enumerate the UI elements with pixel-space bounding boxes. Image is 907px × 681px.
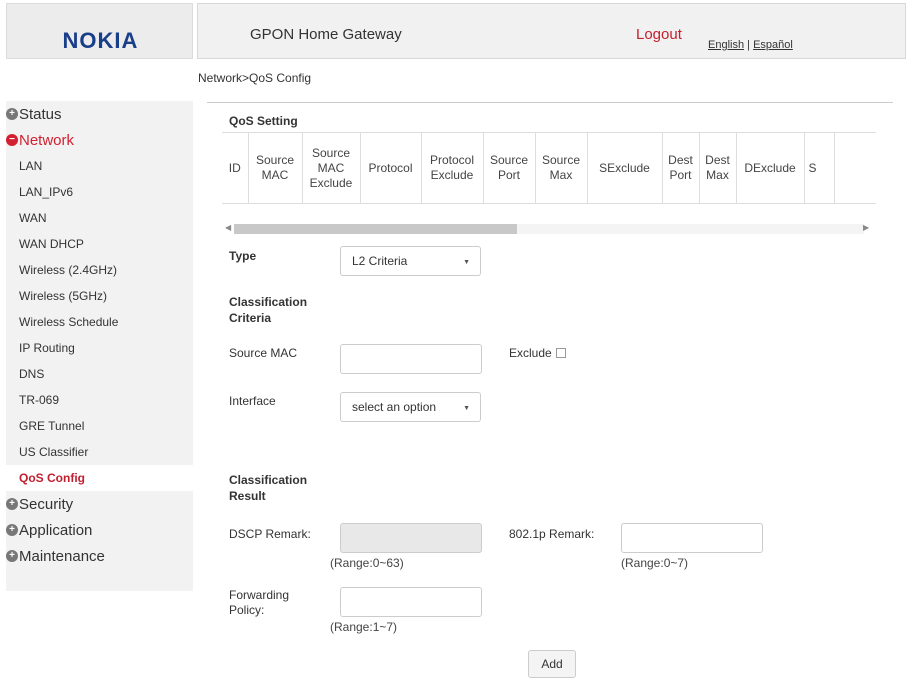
column-header: Source MAC bbox=[247, 133, 303, 203]
column-header: Source Max bbox=[534, 133, 588, 203]
interface-label: Interface bbox=[229, 394, 276, 408]
plus-circle-icon: + bbox=[6, 550, 18, 562]
column-header: Dest Max bbox=[698, 133, 737, 203]
table-horizontal-scrollbar[interactable]: ◀ ▶ bbox=[222, 222, 876, 236]
sidebar-item-application[interactable]: + Application bbox=[6, 517, 193, 543]
sidebar-item-status[interactable]: + Status bbox=[6, 101, 193, 127]
qos-table-container: ID Source MAC Source MAC Exclude Protoco… bbox=[222, 132, 876, 204]
header-title: GPON Home Gateway bbox=[250, 26, 402, 43]
interface-select-value: select an option bbox=[352, 400, 437, 414]
qos-table: ID Source MAC Source MAC Exclude Protoco… bbox=[222, 133, 835, 203]
column-header: ID bbox=[222, 133, 249, 203]
sidebar-item-label: Status bbox=[19, 105, 62, 123]
nokia-logo: NOKIA bbox=[62, 28, 139, 53]
sidebar-item-qos-config[interactable]: QoS Config bbox=[6, 465, 193, 491]
plus-circle-icon: + bbox=[6, 108, 18, 120]
plus-circle-icon: + bbox=[6, 498, 18, 510]
minus-circle-icon: − bbox=[6, 134, 18, 146]
dscp-remark-input[interactable] bbox=[340, 523, 482, 553]
scrollbar-thumb[interactable] bbox=[234, 224, 517, 234]
sidebar-item-network[interactable]: − Network bbox=[6, 127, 193, 153]
sidebar-item-gre-tunnel[interactable]: GRE Tunnel bbox=[6, 413, 193, 439]
chevron-down-icon: ▼ bbox=[463, 259, 470, 266]
column-header: Dest Port bbox=[661, 133, 700, 203]
sidebar-item-label: Network bbox=[19, 131, 75, 149]
qos-setting-title: QoS Setting bbox=[229, 114, 298, 128]
sidebar-item-wireless-24[interactable]: Wireless (2.4GHz) bbox=[6, 257, 193, 283]
column-header: SExclude bbox=[586, 133, 663, 203]
sidebar-item-label: Security bbox=[19, 495, 74, 513]
type-select-value: L2 Criteria bbox=[352, 254, 408, 268]
classification-criteria-heading: Classification Criteria bbox=[229, 295, 308, 325]
column-header: Protocol Exclude bbox=[420, 133, 484, 203]
sidebar: + Status − Network LAN LAN_IPv6 WAN WAN DH… bbox=[6, 101, 193, 591]
scroll-right-arrow-icon[interactable]: ▶ bbox=[863, 223, 869, 232]
lang-english-link[interactable]: English bbox=[708, 39, 744, 51]
forwarding-policy-input[interactable] bbox=[340, 587, 482, 617]
language-switch: English | Español bbox=[708, 39, 793, 51]
sidebar-item-wireless-schedule[interactable]: Wireless Schedule bbox=[6, 309, 193, 335]
lang-spanish-link[interactable]: Español bbox=[753, 39, 793, 51]
sidebar-item-maintenance[interactable]: + Maintenance bbox=[6, 543, 193, 569]
breadcrumb: Network>QoS Config bbox=[198, 71, 312, 85]
source-mac-input[interactable] bbox=[340, 344, 482, 374]
dot1p-range-hint: (Range:0~7) bbox=[621, 556, 689, 570]
column-header: Source Port bbox=[482, 133, 536, 203]
plus-circle-icon: + bbox=[6, 524, 18, 536]
type-select[interactable]: L2 Criteria ▼ bbox=[340, 246, 481, 276]
column-header: DExclude bbox=[735, 133, 805, 203]
column-header: Source MAC Exclude bbox=[301, 133, 361, 203]
dot1p-remark-label: 802.1p Remark: bbox=[509, 527, 595, 541]
sidebar-item-dns[interactable]: DNS bbox=[6, 361, 193, 387]
header-bar: GPON Home Gateway Logout English | Españ… bbox=[197, 3, 906, 59]
sidebar-item-wan[interactable]: WAN bbox=[6, 205, 193, 231]
sidebar-item-lan-ipv6[interactable]: LAN_IPv6 bbox=[6, 179, 193, 205]
sidebar-item-label: Application bbox=[19, 521, 93, 539]
forwarding-policy-label: Forwarding Policy: bbox=[229, 588, 290, 617]
chevron-down-icon: ▼ bbox=[463, 405, 470, 412]
exclude-checkbox[interactable] bbox=[556, 348, 566, 358]
sidebar-item-lan[interactable]: LAN bbox=[6, 153, 193, 179]
logo-area: NOKIA bbox=[6, 3, 193, 59]
source-mac-label: Source MAC bbox=[229, 346, 298, 360]
dscp-range-hint: (Range:0~63) bbox=[330, 556, 404, 570]
type-label: Type bbox=[229, 249, 257, 263]
exclude-label: Exclude bbox=[509, 346, 552, 360]
classification-result-heading: Classification Result bbox=[229, 473, 308, 503]
sidebar-item-wireless-5[interactable]: Wireless (5GHz) bbox=[6, 283, 193, 309]
column-header: Protocol bbox=[359, 133, 422, 203]
scroll-left-arrow-icon[interactable]: ◀ bbox=[225, 223, 231, 232]
divider bbox=[207, 102, 893, 103]
lang-separator: | bbox=[744, 39, 754, 51]
sidebar-item-security[interactable]: + Security bbox=[6, 491, 193, 517]
logout-link[interactable]: Logout bbox=[636, 26, 682, 43]
column-header: S bbox=[803, 133, 835, 203]
sidebar-item-us-classifier[interactable]: US Classifier bbox=[6, 439, 193, 465]
sidebar-item-label: Maintenance bbox=[19, 547, 105, 565]
dscp-remark-label: DSCP Remark: bbox=[229, 527, 311, 541]
dot1p-remark-input[interactable] bbox=[621, 523, 763, 553]
sidebar-item-tr069[interactable]: TR-069 bbox=[6, 387, 193, 413]
forwarding-range-hint: (Range:1~7) bbox=[330, 620, 398, 634]
add-button[interactable]: Add bbox=[528, 650, 576, 678]
interface-select[interactable]: select an option ▼ bbox=[340, 392, 481, 422]
sidebar-item-wan-dhcp[interactable]: WAN DHCP bbox=[6, 231, 193, 257]
sidebar-item-ip-routing[interactable]: IP Routing bbox=[6, 335, 193, 361]
